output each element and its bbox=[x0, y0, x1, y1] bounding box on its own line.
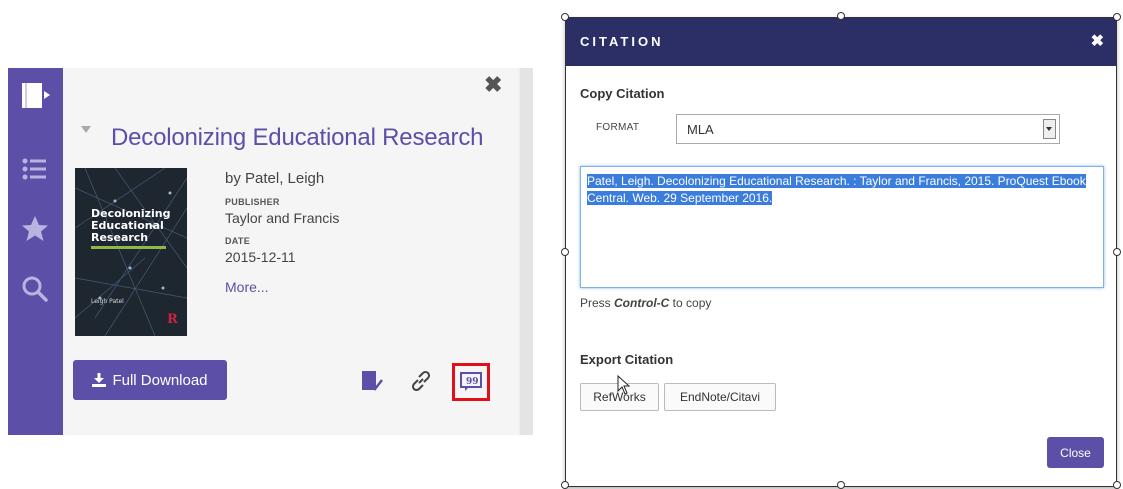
date-value: 2015-12-11 bbox=[225, 249, 296, 265]
cover-title-text: Decolonizing Educational Research bbox=[91, 207, 171, 244]
copy-citation-heading: Copy Citation bbox=[580, 86, 665, 101]
author-text: by Patel, Leigh bbox=[225, 170, 325, 187]
list-icon[interactable] bbox=[18, 152, 52, 186]
more-link[interactable]: More... bbox=[225, 279, 339, 295]
sidebar bbox=[8, 68, 63, 435]
collapse-caret-icon[interactable] bbox=[81, 126, 91, 133]
full-download-label: Full Download bbox=[112, 371, 208, 389]
resize-handle[interactable] bbox=[1113, 248, 1121, 256]
cover-subtitle-bar bbox=[91, 246, 166, 249]
citation-dialog: CITATION ✖ Copy Citation FORMAT MLA Pate… bbox=[565, 17, 1117, 487]
download-icon bbox=[92, 373, 107, 387]
format-label: FORMAT bbox=[596, 122, 640, 133]
resize-handle[interactable] bbox=[837, 481, 845, 489]
book-icon[interactable] bbox=[18, 78, 52, 112]
format-select[interactable]: MLA bbox=[676, 114, 1060, 144]
resize-handle[interactable] bbox=[561, 13, 569, 21]
record-details: ✖ Decolonizing Educational Research Deco… bbox=[63, 68, 518, 435]
cite-icon: 99 bbox=[460, 372, 482, 391]
resize-handle[interactable] bbox=[1113, 13, 1121, 21]
publisher-label: PUBLISHER bbox=[225, 197, 280, 207]
resize-handle[interactable] bbox=[1113, 481, 1121, 489]
dialog-title: CITATION bbox=[580, 34, 664, 49]
format-select-value: MLA bbox=[687, 122, 714, 137]
resize-handle[interactable] bbox=[561, 481, 569, 489]
publisher-value: Taylor and Francis bbox=[225, 210, 340, 226]
record-title[interactable]: Decolonizing Educational Research bbox=[111, 124, 483, 152]
full-download-button[interactable]: Full Download bbox=[73, 360, 227, 400]
book-cover-image[interactable]: Decolonizing Educational Research Leigh … bbox=[75, 168, 187, 336]
citation-text-area[interactable]: Patel, Leigh. Decolonizing Educational R… bbox=[580, 166, 1104, 288]
record-metadata: by Patel, Leigh PUBLISHER Taylor and Fra… bbox=[225, 170, 339, 295]
resize-handle[interactable] bbox=[837, 12, 845, 20]
copy-hint: Press Control-C to copy bbox=[580, 296, 712, 310]
cover-author-text: Leigh Patel bbox=[91, 298, 124, 305]
scrollbar[interactable] bbox=[520, 68, 533, 435]
dialog-close-icon[interactable]: ✖ bbox=[1091, 31, 1104, 51]
mouse-cursor-icon bbox=[617, 375, 631, 395]
save-icon[interactable] bbox=[358, 368, 384, 394]
dialog-header: CITATION ✖ bbox=[566, 18, 1116, 66]
link-icon[interactable] bbox=[408, 368, 434, 394]
cite-button[interactable]: 99 bbox=[452, 363, 490, 401]
resize-handle[interactable] bbox=[561, 248, 569, 256]
close-icon[interactable]: ✖ bbox=[484, 74, 502, 96]
chevron-down-icon[interactable] bbox=[1043, 119, 1056, 139]
citation-text: Patel, Leigh. Decolonizing Educational R… bbox=[587, 174, 1086, 205]
close-button[interactable]: Close bbox=[1047, 437, 1104, 468]
publisher-logo: R bbox=[167, 312, 178, 327]
star-icon[interactable] bbox=[18, 212, 52, 246]
endnote-citavi-button[interactable]: EndNote/Citavi bbox=[664, 383, 776, 411]
search-icon[interactable] bbox=[18, 272, 52, 306]
date-label: DATE bbox=[225, 236, 251, 246]
search-result-panel: ✖ Decolonizing Educational Research Deco… bbox=[8, 68, 533, 435]
export-citation-heading: Export Citation bbox=[580, 352, 674, 367]
svg-text:99: 99 bbox=[466, 377, 479, 387]
